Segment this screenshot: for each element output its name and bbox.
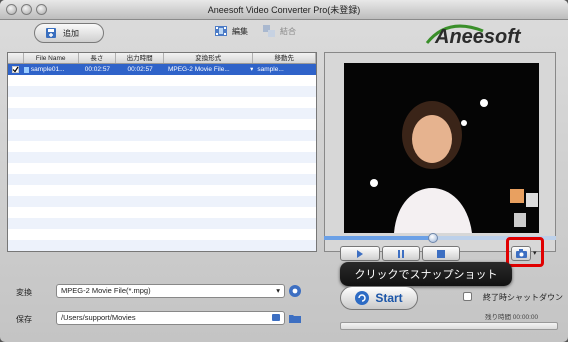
open-folder-icon[interactable] (288, 312, 302, 324)
play-icon (357, 249, 363, 258)
add-button-label: 追加 (63, 28, 79, 38)
stop-icon (437, 249, 445, 258)
seek-fill (324, 236, 434, 240)
shutdown-checkbox[interactable] (463, 292, 472, 301)
snapshot-button[interactable] (511, 246, 531, 261)
column-output-time[interactable]: 出力時間 (116, 53, 164, 63)
row-destination: sample... (257, 66, 284, 73)
browse-folder-icon[interactable] (272, 314, 280, 321)
row-output-time: 00:02:57 (127, 66, 153, 73)
empty-row (8, 75, 316, 86)
empty-row (8, 196, 316, 207)
column-length[interactable]: 長さ (79, 53, 117, 63)
add-button[interactable]: 追加 (34, 23, 104, 43)
start-button[interactable]: Start (340, 286, 418, 310)
zoom-window-button[interactable] (36, 4, 47, 15)
merge-icon (263, 25, 275, 37)
column-file-name[interactable]: File Name (24, 53, 79, 63)
convert-label: 変換 (16, 288, 32, 297)
start-button-label: Start (375, 291, 403, 305)
toolbar: 追加 編集 結合 Aneesoft (0, 20, 568, 50)
empty-row (8, 86, 316, 97)
empty-row (8, 185, 316, 196)
conversion-progress-bar (340, 322, 558, 330)
aneesoft-logo: Aneesoft (425, 24, 522, 48)
empty-row (8, 229, 316, 240)
close-window-button[interactable] (6, 4, 17, 15)
merge-button-label: 結合 (280, 26, 296, 36)
video-preview (344, 63, 539, 233)
check-icon (13, 66, 19, 73)
empty-row (8, 130, 316, 141)
column-format[interactable]: 変換形式 (164, 53, 254, 63)
file-list: File Name 長さ 出力時間 変換形式 移動先 sample01... 0… (7, 52, 317, 252)
empty-row (8, 97, 316, 108)
row-checkbox[interactable] (12, 66, 20, 73)
empty-row (8, 119, 316, 130)
snapshot-tooltip: クリックでスナップショット (340, 262, 512, 286)
empty-row (8, 163, 316, 174)
empty-row (8, 174, 316, 185)
minimize-window-button[interactable] (21, 4, 32, 15)
video-file-icon (23, 66, 29, 73)
empty-row (8, 152, 316, 163)
convert-refresh-icon (355, 291, 370, 305)
pause-button[interactable] (382, 246, 420, 261)
output-format-value: MPEG-2 Movie File(*.mpg) (61, 286, 151, 295)
edit-button[interactable]: 編集 (214, 24, 248, 38)
output-format-select[interactable]: MPEG-2 Movie File(*.mpg) ▾ (56, 284, 285, 298)
preview-panel (324, 52, 556, 252)
file-list-header: File Name 長さ 出力時間 変換形式 移動先 (8, 53, 316, 64)
camera-icon (515, 249, 527, 258)
table-row[interactable]: sample01... 00:02:57 00:02:57 MPEG-2 Mov… (8, 64, 316, 75)
empty-row (8, 240, 316, 251)
merge-button[interactable]: 結合 (262, 24, 296, 38)
shutdown-label: 終了時シャットダウン (483, 293, 563, 302)
edit-button-label: 編集 (232, 26, 248, 36)
film-edit-icon (215, 26, 227, 36)
empty-row (8, 141, 316, 152)
column-check (8, 53, 24, 63)
title-bar: Aneesoft Video Converter Pro(未登録) (0, 0, 568, 20)
row-length: 00:02:57 (84, 66, 111, 73)
chevron-down-icon: ▾ (276, 286, 280, 295)
empty-row (8, 218, 316, 229)
empty-row (8, 207, 316, 218)
row-file-name: sample01... (30, 66, 65, 73)
stop-button[interactable] (422, 246, 460, 261)
play-button[interactable] (340, 246, 380, 261)
save-path-field[interactable]: /Users/support/Movies (56, 311, 285, 325)
logo-text: Aneesoft (434, 26, 522, 48)
add-file-icon (46, 28, 56, 38)
save-path-value: /Users/support/Movies (61, 313, 136, 322)
window-title: Aneesoft Video Converter Pro(未登録) (207, 5, 361, 15)
pause-icon (398, 249, 404, 258)
row-format[interactable]: MPEG-2 Movie File... (168, 64, 230, 75)
settings-gear-icon[interactable] (288, 284, 302, 298)
column-destination[interactable]: 移動先 (253, 53, 316, 63)
snapshot-menu-arrow-icon[interactable]: ▾ (533, 249, 537, 257)
empty-row (8, 108, 316, 119)
app-window: Aneesoft Video Converter Pro(未登録) 追加 編集 (0, 0, 568, 342)
seek-knob[interactable] (428, 233, 439, 243)
save-label: 保存 (16, 315, 32, 324)
remaining-time: 残り時間 00:00:00 (485, 314, 539, 321)
